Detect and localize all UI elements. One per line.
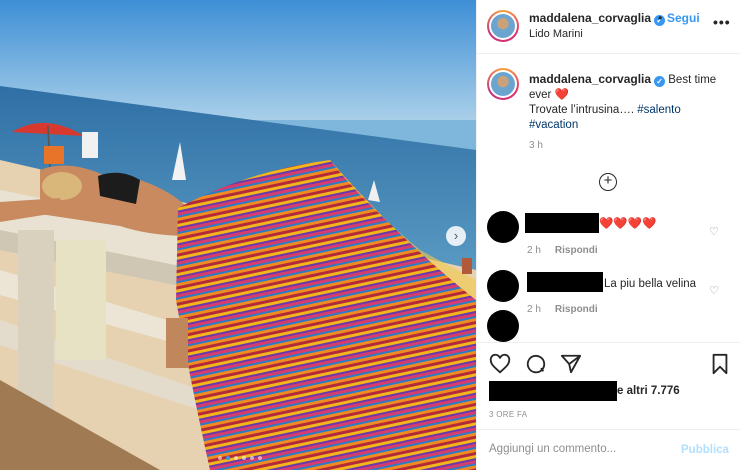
- carousel-dot: [250, 456, 254, 460]
- carousel-dot-active: [226, 456, 230, 460]
- share-direct-icon[interactable]: [560, 353, 582, 375]
- follow-button[interactable]: Segui: [667, 11, 700, 25]
- carousel-dot: [218, 456, 222, 460]
- post-header: maddalena_corvaglia ✓ • Segui Lido Marini…: [477, 0, 740, 54]
- author-avatar[interactable]: [487, 10, 519, 42]
- verified-badge-icon: ✓: [654, 76, 666, 87]
- caption-username[interactable]: maddalena_corvaglia ✓: [529, 72, 666, 87]
- hashtag-link[interactable]: #vacation: [529, 119, 578, 131]
- hashtag-link[interactable]: #salento: [637, 104, 680, 116]
- reply-button[interactable]: Rispondi: [555, 245, 598, 256]
- comment-text: ❤️❤️❤️❤️: [599, 218, 657, 230]
- redacted-username: [527, 272, 603, 292]
- publish-button[interactable]: Pubblica: [681, 444, 729, 456]
- comment-item: [487, 310, 737, 342]
- post-actions: e altri 7.776 3 ORE FA Pubblica: [477, 342, 740, 470]
- post-sidebar: maddalena_corvaglia ✓ • Segui Lido Marini…: [476, 0, 740, 470]
- caption-avatar[interactable]: [487, 68, 519, 100]
- more-options-icon[interactable]: •••: [713, 14, 731, 30]
- load-more-comments-icon[interactable]: +: [599, 173, 617, 191]
- redacted-username: [525, 213, 599, 233]
- carousel-dot: [234, 456, 238, 460]
- comment-time: 2 h: [527, 245, 541, 256]
- carousel-dot: [258, 456, 262, 460]
- caption-text: maddalena_corvaglia ✓ Best time ever ❤️ T…: [529, 72, 734, 133]
- comment-meta: 2 h Rispondi: [527, 245, 598, 256]
- redacted-liker: [489, 381, 617, 401]
- comment-text: La piu bella velina: [604, 278, 697, 290]
- caption-heart-emoji: ❤️: [554, 89, 569, 101]
- add-comment-bar: Pubblica: [477, 429, 740, 470]
- post-age: 3 ORE FA: [489, 410, 528, 419]
- likes-count: e altri 7.776: [617, 385, 680, 397]
- commenter-avatar[interactable]: [487, 270, 519, 302]
- commenter-avatar[interactable]: [487, 310, 519, 342]
- comment-input[interactable]: [489, 443, 679, 455]
- like-heart-icon[interactable]: [489, 353, 511, 375]
- commenter-avatar[interactable]: [487, 211, 519, 243]
- post-photo[interactable]: ›: [0, 0, 476, 470]
- header-separator: •: [658, 11, 663, 25]
- comment-like-icon[interactable]: ♡: [709, 225, 719, 238]
- likes-summary[interactable]: e altri 7.776: [487, 381, 737, 401]
- carousel-dot: [242, 456, 246, 460]
- save-bookmark-icon[interactable]: [709, 353, 731, 375]
- beach-photo-illustration: [0, 0, 476, 470]
- next-slide-button[interactable]: ›: [446, 226, 466, 246]
- comment-bubble-icon[interactable]: [525, 353, 547, 375]
- post-location[interactable]: Lido Marini: [529, 28, 583, 40]
- author-username[interactable]: maddalena_corvaglia ✓: [529, 11, 666, 26]
- caption-timestamp: 3 h: [529, 140, 543, 151]
- carousel-indicator: [218, 456, 262, 460]
- caption-line2: Trovate l’intrusina….: [529, 104, 635, 116]
- comment-like-icon[interactable]: ♡: [709, 284, 719, 297]
